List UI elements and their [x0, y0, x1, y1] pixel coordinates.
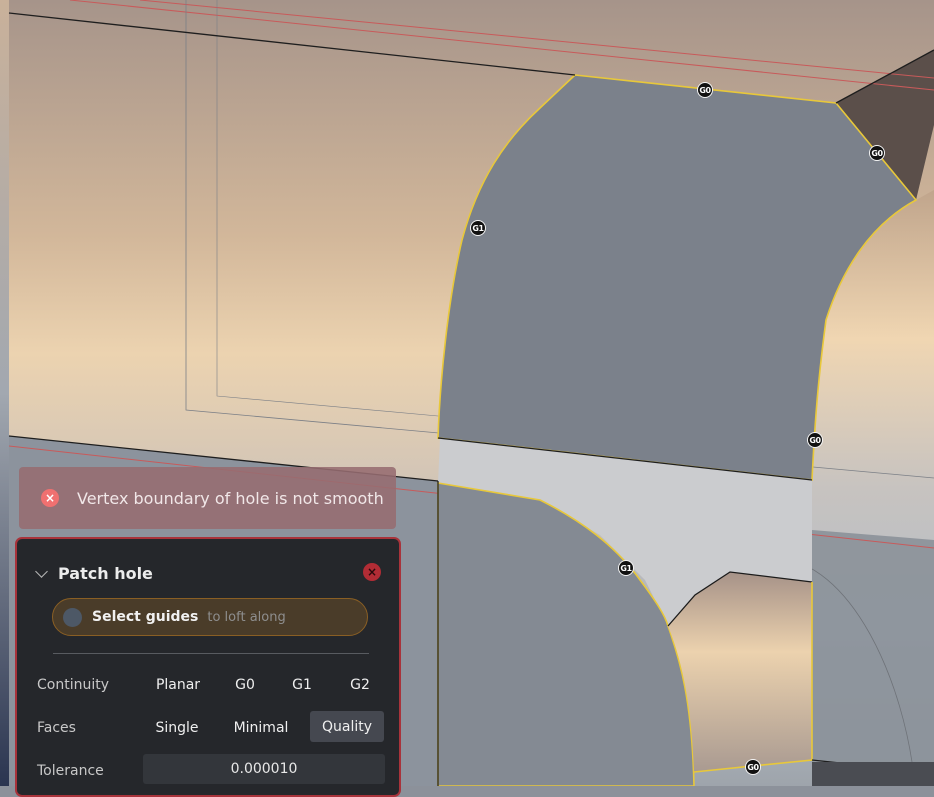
right-lower-face — [812, 530, 934, 786]
continuity-marker-lower[interactable]: G1 — [618, 560, 634, 576]
patch-hole-panel: Patch hole × Select guides to loft along… — [15, 537, 401, 797]
select-guides-button[interactable]: Select guides to loft along — [52, 598, 368, 636]
faces-option-quality[interactable]: Quality — [310, 711, 384, 742]
error-message: Vertex boundary of hole is not smooth — [77, 488, 384, 508]
divider — [53, 653, 369, 654]
select-guides-label: Select guides — [92, 609, 199, 625]
faces-label: Faces — [37, 720, 76, 736]
continuity-option-g2[interactable]: G2 — [340, 670, 380, 700]
continuity-marker-left[interactable]: G1 — [470, 220, 486, 236]
left-edge-strip — [0, 0, 9, 786]
tolerance-label: Tolerance — [37, 763, 104, 779]
faces-option-minimal[interactable]: Minimal — [227, 713, 295, 743]
selection-indicator — [63, 607, 82, 627]
continuity-marker-right[interactable]: G0 — [807, 432, 823, 448]
continuity-label: Continuity — [37, 677, 110, 693]
chevron-down-icon[interactable] — [35, 564, 48, 578]
faces-option-single[interactable]: Single — [143, 713, 211, 743]
bottom-dark-face — [812, 762, 934, 786]
continuity-marker-bottom[interactable]: G0 — [745, 759, 761, 775]
error-icon: × — [41, 489, 59, 507]
continuity-marker-top-right[interactable]: G0 — [869, 145, 885, 161]
continuity-option-g0[interactable]: G0 — [225, 670, 265, 700]
continuity-option-planar[interactable]: Planar — [143, 670, 213, 700]
error-toast: × Vertex boundary of hole is not smooth — [19, 467, 396, 529]
tolerance-field[interactable]: 0.000010 — [143, 754, 385, 784]
panel-header[interactable]: Patch hole — [35, 564, 153, 583]
continuity-option-g1[interactable]: G1 — [282, 670, 322, 700]
close-icon[interactable]: × — [363, 563, 381, 581]
select-guides-hint: to loft along — [207, 609, 286, 625]
continuity-marker-top[interactable]: G0 — [697, 82, 713, 98]
panel-title: Patch hole — [58, 564, 153, 583]
